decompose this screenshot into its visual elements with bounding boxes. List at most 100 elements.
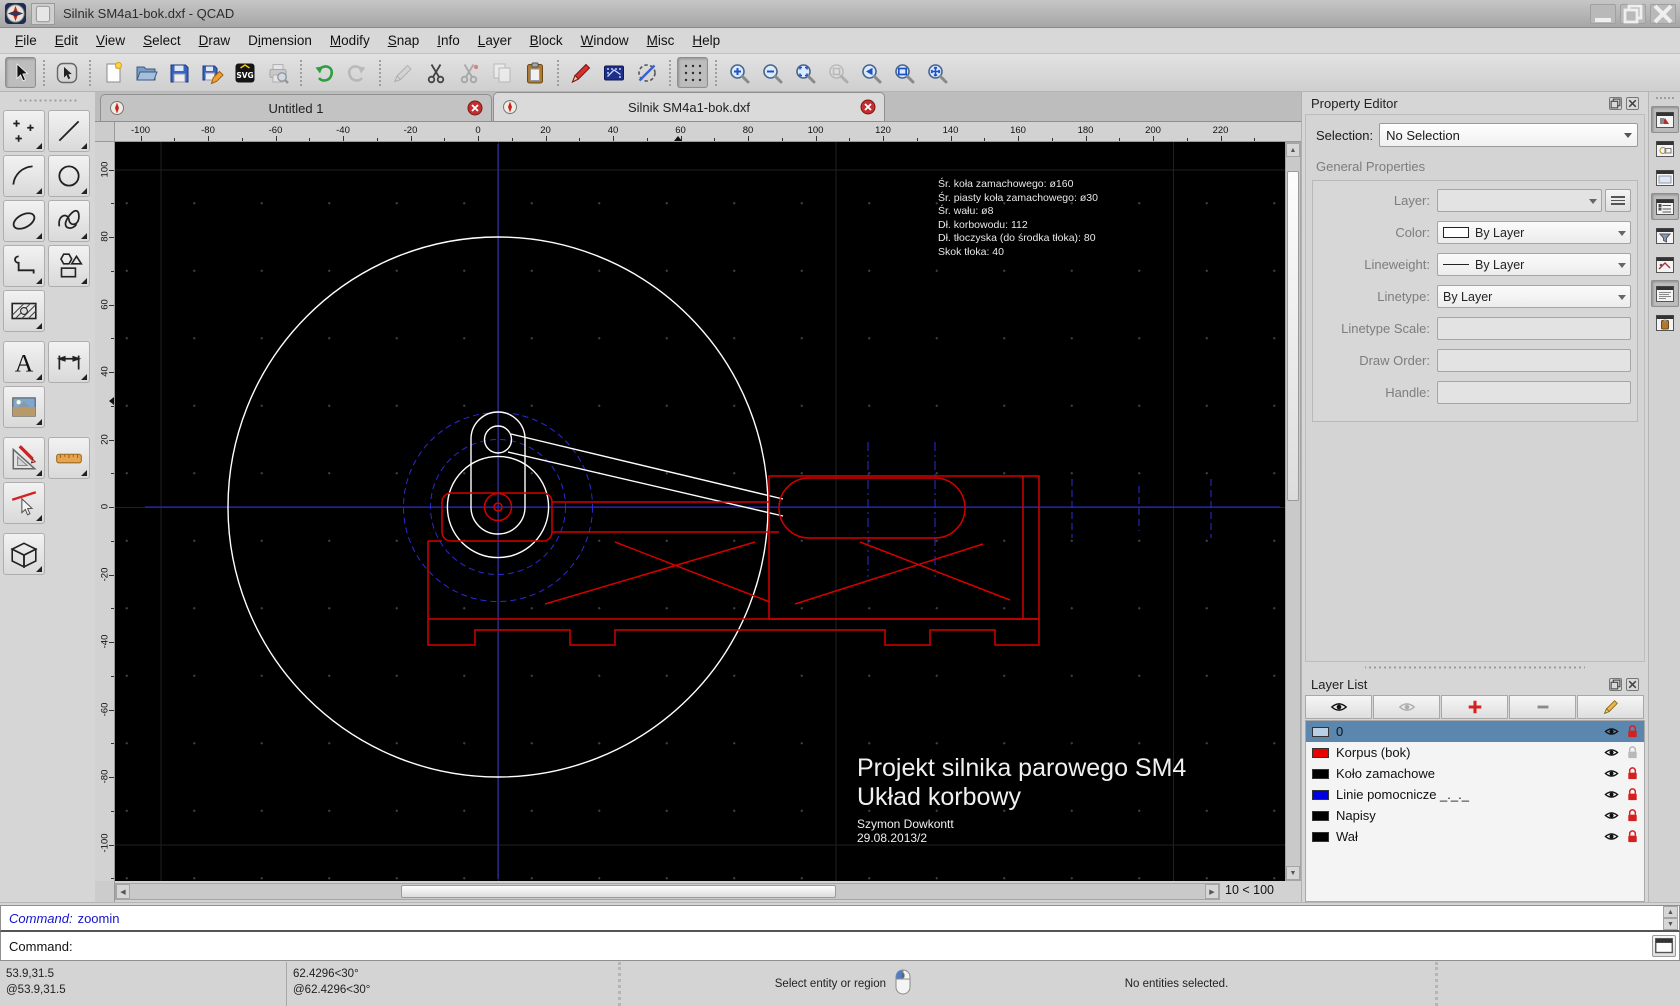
menu-snap[interactable]: Snap [379, 30, 429, 51]
eye-icon[interactable] [1604, 787, 1619, 802]
linetype-field[interactable]: By Layer [1437, 285, 1631, 308]
tab-silnik[interactable]: Silnik SM4a1-bok.dxf [493, 92, 885, 121]
line-icon[interactable] [48, 110, 90, 152]
zoom-window-icon[interactable] [888, 57, 919, 88]
command-input[interactable]: Command: [0, 932, 1680, 961]
zoom-out-icon[interactable] [756, 57, 787, 88]
print-preview-icon[interactable] [262, 57, 293, 88]
horizontal-scroll-thumb[interactable] [401, 885, 836, 898]
layer-row-2[interactable]: Koło zamachowe [1306, 763, 1644, 784]
panel-list-icon[interactable] [1651, 193, 1679, 220]
minimize-button[interactable] [1590, 4, 1616, 24]
ruler-icon[interactable] [48, 437, 90, 479]
menu-info[interactable]: Info [428, 30, 469, 51]
eye-icon[interactable] [1604, 745, 1619, 760]
scroll-right-icon[interactable]: ▶ [1205, 884, 1219, 899]
layer-menu-button[interactable] [1605, 189, 1631, 212]
lock-icon[interactable] [1625, 766, 1640, 781]
menu-help[interactable]: Help [683, 30, 729, 51]
redo-icon[interactable] [341, 57, 372, 88]
panel-text-icon[interactable] [1651, 280, 1679, 307]
menu-view[interactable]: View [87, 30, 134, 51]
float-panel-icon[interactable] [1609, 678, 1622, 691]
lock-icon[interactable] [1625, 808, 1640, 823]
command-history-scrollbar[interactable]: ▲ ▼ [1663, 906, 1678, 930]
eye-icon[interactable] [1604, 829, 1619, 844]
eye-icon[interactable] [1604, 808, 1619, 823]
remove-layer-button[interactable] [1509, 695, 1576, 719]
paste-icon[interactable] [519, 57, 550, 88]
scroll-up-icon[interactable]: ▲ [1663, 906, 1678, 918]
zoom-one-icon[interactable] [822, 57, 853, 88]
zoom-in-icon[interactable] [723, 57, 754, 88]
eye-icon[interactable] [1604, 766, 1619, 781]
shapes-icon[interactable] [48, 245, 90, 287]
selection-dropdown[interactable]: No Selection [1379, 123, 1638, 147]
spline-icon[interactable] [48, 200, 90, 242]
undo-icon[interactable] [308, 57, 339, 88]
scroll-down-icon[interactable]: ▼ [1663, 918, 1678, 930]
show-all-layers-button[interactable] [1305, 695, 1372, 719]
menu-window[interactable]: Window [572, 30, 638, 51]
new-file-icon[interactable] [97, 57, 128, 88]
modify-icon[interactable] [3, 437, 45, 479]
close-panel-icon[interactable] [1626, 97, 1639, 110]
vertical-scroll-thumb[interactable] [1287, 171, 1299, 501]
open-folder-icon[interactable] [130, 57, 161, 88]
grid-icon[interactable] [677, 57, 708, 88]
panel-shapes-icon[interactable] [1651, 135, 1679, 162]
menu-layer[interactable]: Layer [469, 30, 521, 51]
pointer-icon[interactable] [5, 57, 36, 88]
menu-select[interactable]: Select [134, 30, 190, 51]
polyline-icon[interactable] [3, 245, 45, 287]
lock-icon[interactable] [1625, 829, 1640, 844]
panel-clipboard-icon[interactable] [1651, 309, 1679, 336]
snap-tool-icon[interactable] [3, 482, 45, 524]
zoom-auto-icon[interactable] [789, 57, 820, 88]
arc-icon[interactable] [3, 155, 45, 197]
float-panel-icon[interactable] [1609, 97, 1622, 110]
lock-icon[interactable] [1625, 745, 1640, 760]
edit-layer-button[interactable] [1577, 695, 1644, 719]
menu-dimension[interactable]: Dimension [239, 30, 321, 51]
add-layer-button[interactable] [1441, 695, 1508, 719]
panel-splitter[interactable] [1365, 663, 1585, 672]
toolbar-drag-handle[interactable] [18, 98, 77, 104]
text-icon[interactable]: A [3, 341, 45, 383]
layer-field[interactable] [1437, 189, 1602, 212]
menu-misc[interactable]: Misc [638, 30, 684, 51]
menu-edit[interactable]: Edit [46, 30, 87, 51]
layer-row-3[interactable]: Linie pomocnicze _._._ [1306, 784, 1644, 805]
save-as-icon[interactable] [196, 57, 227, 88]
lock-icon[interactable] [1625, 724, 1640, 739]
copy-icon[interactable] [486, 57, 517, 88]
hide-all-layers-button[interactable] [1373, 695, 1440, 719]
color-field[interactable]: By Layer [1437, 221, 1631, 244]
zoom-pan-icon[interactable] [921, 57, 952, 88]
no-snap-icon[interactable] [631, 57, 662, 88]
menu-file[interactable]: File [6, 30, 46, 51]
draw-pencil-icon[interactable] [565, 57, 596, 88]
tab-untitled[interactable]: Untitled 1 [100, 94, 492, 121]
cut-ref-icon[interactable] [453, 57, 484, 88]
drawing-canvas[interactable]: Śr. koła zamachowego: ø160Śr. piasty koł… [115, 142, 1285, 881]
lock-icon[interactable] [1625, 787, 1640, 802]
view-3d-icon[interactable] [3, 533, 45, 575]
dimension-icon[interactable] [48, 341, 90, 383]
maximize-button[interactable] [1620, 4, 1646, 24]
menu-modify[interactable]: Modify [321, 30, 379, 51]
drawing-prefs-icon[interactable] [598, 57, 629, 88]
panel-funnel-icon[interactable] [1651, 222, 1679, 249]
tab-close-icon[interactable] [860, 99, 876, 115]
scroll-up-icon[interactable]: ▲ [1286, 143, 1300, 157]
menu-draw[interactable]: Draw [190, 30, 240, 51]
layer-row-1[interactable]: Korpus (bok) [1306, 742, 1644, 763]
layer-row-5[interactable]: Wał [1306, 826, 1644, 847]
save-icon[interactable] [163, 57, 194, 88]
layer-row-4[interactable]: Napisy [1306, 805, 1644, 826]
zoom-prev-icon[interactable] [855, 57, 886, 88]
eye-icon[interactable] [1604, 724, 1619, 739]
image-icon[interactable] [3, 386, 45, 428]
tab-close-icon[interactable] [467, 100, 483, 116]
panel-block-icon[interactable] [1651, 251, 1679, 278]
